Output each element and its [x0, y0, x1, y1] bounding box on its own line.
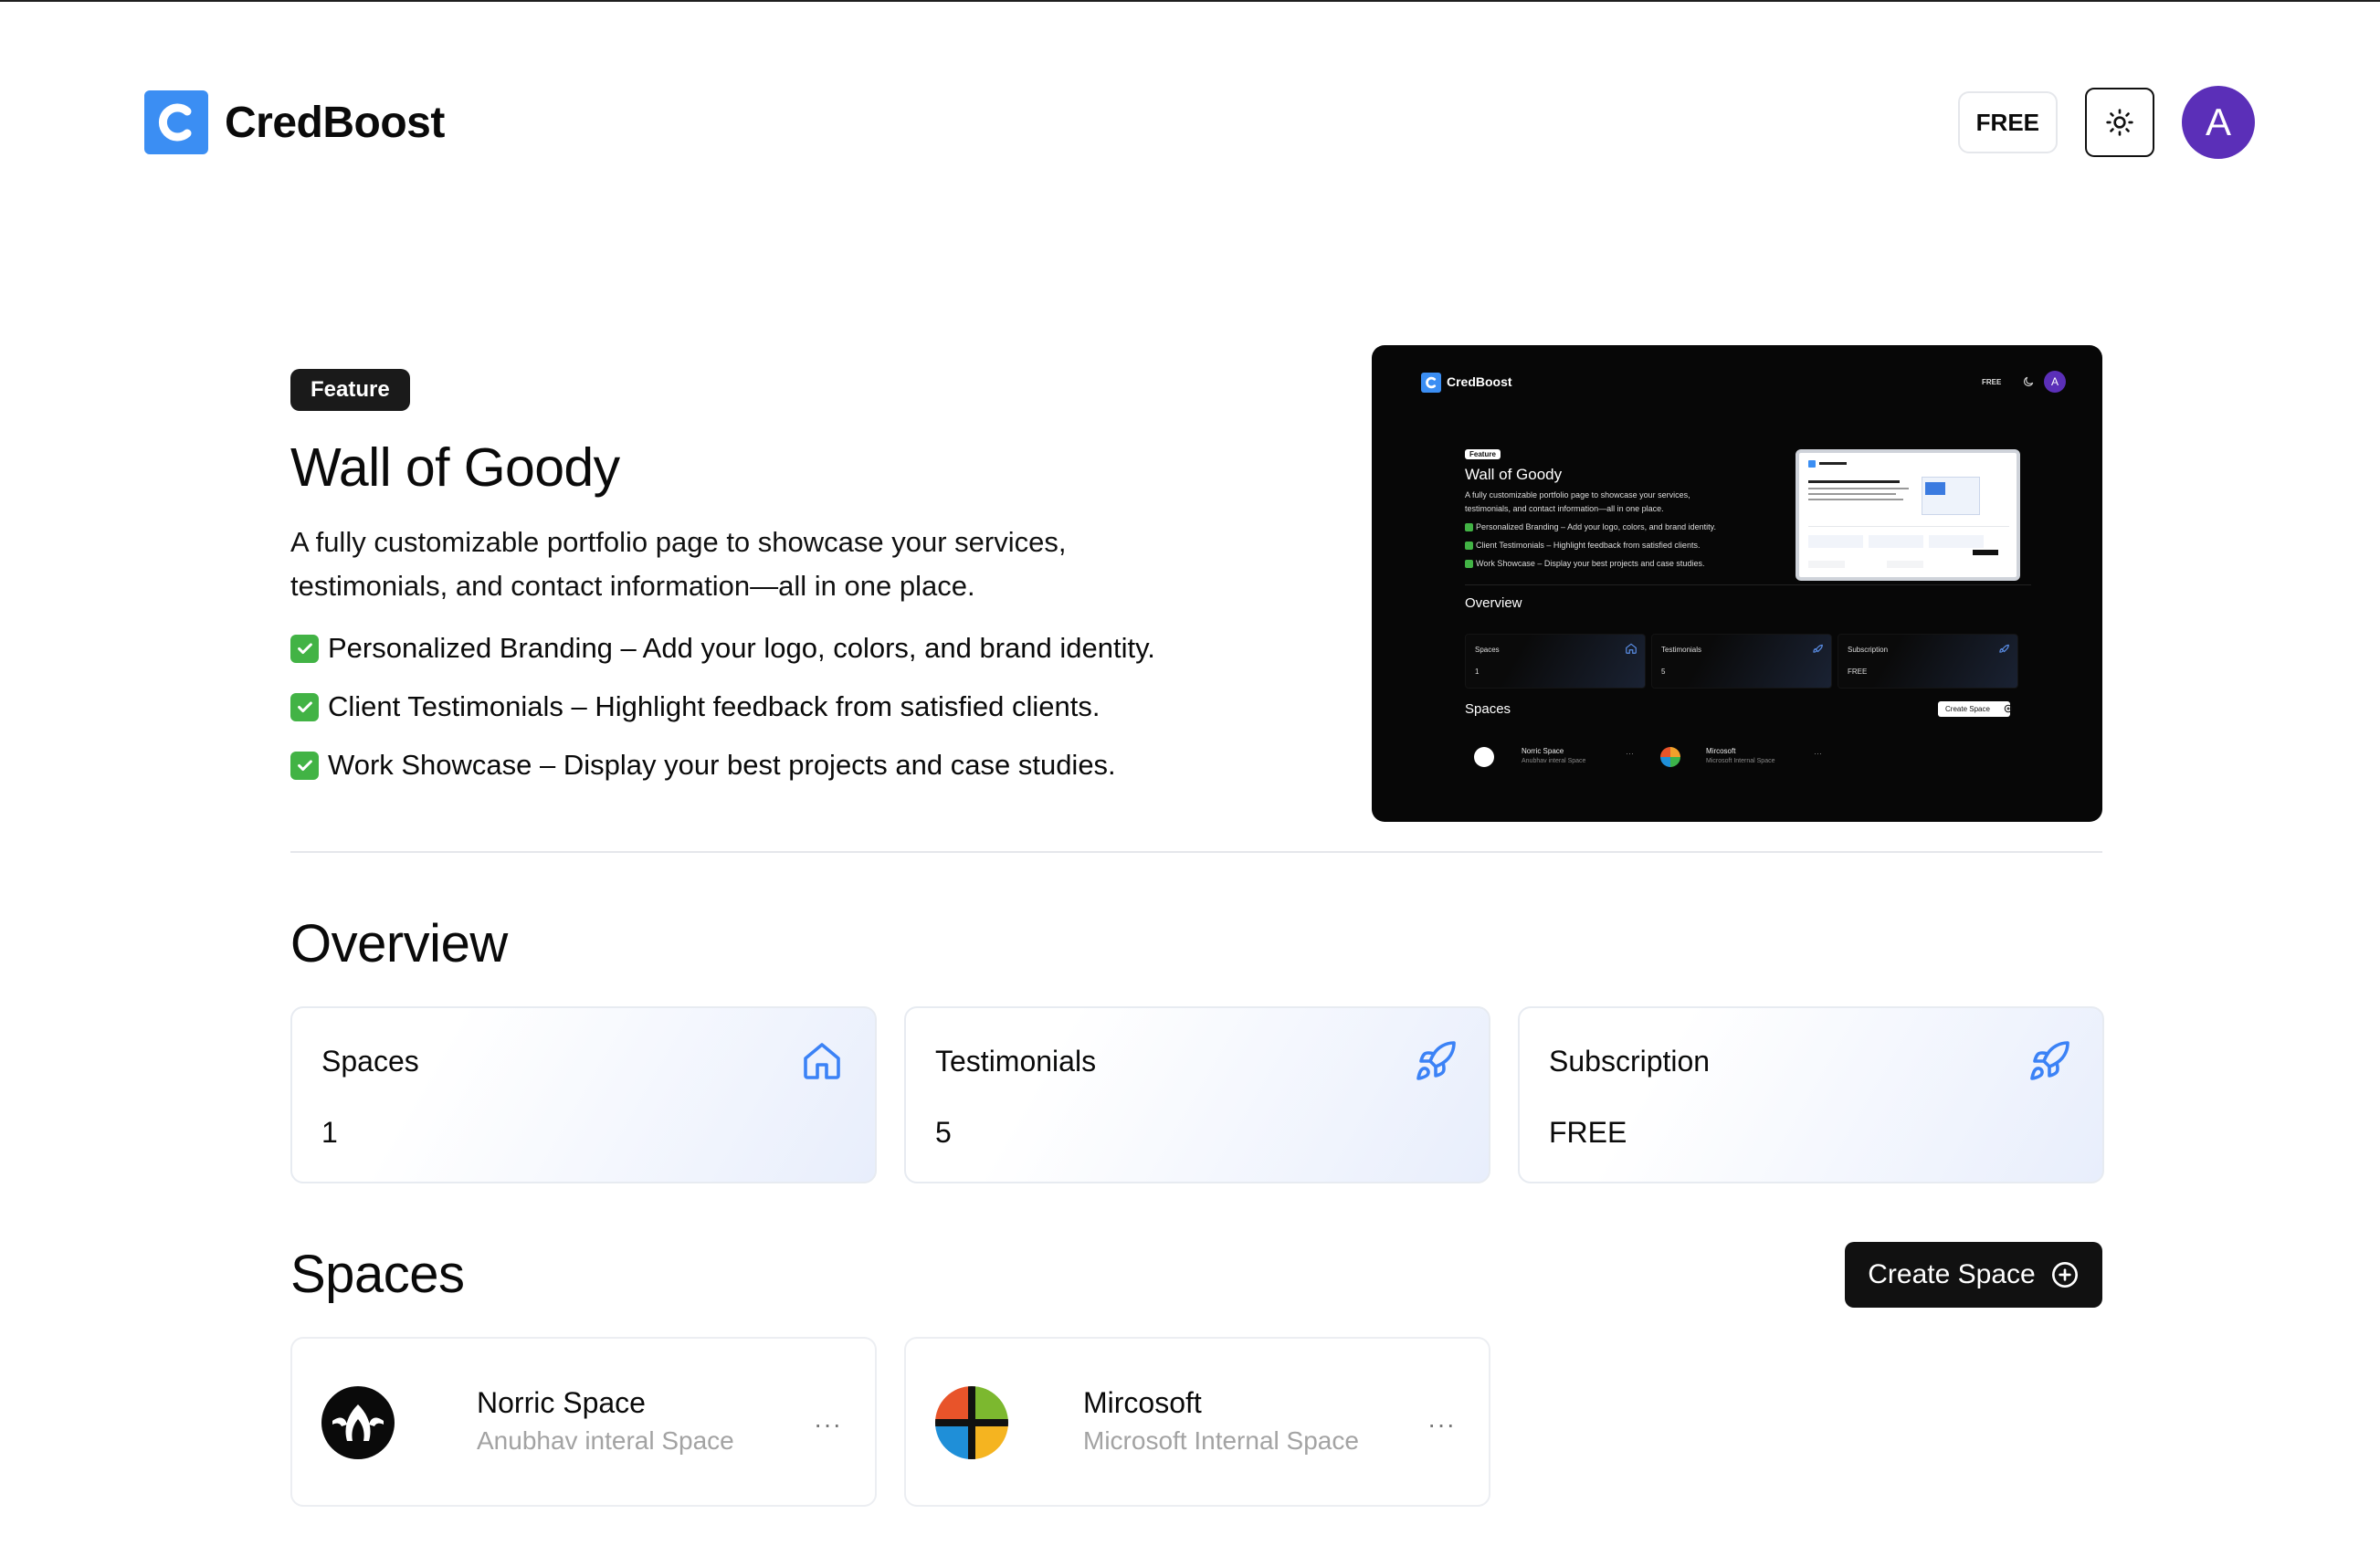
more-options-icon[interactable]: ··· [814, 1410, 842, 1439]
space-name: Mircosoft [1083, 1386, 1202, 1419]
brand[interactable]: CredBoost [144, 90, 445, 154]
preview-divider [1465, 584, 2031, 585]
space-subtitle: Microsoft Internal Space [1083, 1426, 1359, 1455]
preview-more-icon: ··· [1814, 749, 1822, 758]
preview-stat-card: Subscription FREE [1838, 634, 2018, 689]
preview-bullet: Work Showcase – Display your best projec… [1476, 559, 1705, 568]
home-icon [804, 1043, 840, 1079]
rocket-icon [1416, 1041, 1456, 1080]
feature-badge: Feature [290, 369, 410, 411]
preview-stat-value: 1 [1475, 668, 1480, 676]
stat-value: 5 [935, 1116, 952, 1149]
preview-desc-line: A fully customizable portfolio page to s… [1465, 490, 1690, 500]
preview-stat-label: Testimonials [1661, 646, 1702, 654]
plus-circle-icon [2051, 1262, 2078, 1288]
feature-title: Wall of Goody [290, 437, 620, 498]
check-icon [290, 692, 319, 721]
preview-rocket-icon [1999, 644, 2009, 653]
preview-home-icon [1626, 643, 1637, 654]
preview-stat-value: FREE [1848, 668, 1868, 676]
preview-check-icon [1465, 523, 1473, 531]
space-name: Norric Space [477, 1386, 646, 1419]
feature-bullet: Work Showcase – Display your best projec… [290, 736, 1204, 794]
rocket-icon [2030, 1041, 2069, 1080]
overview-title: Overview [290, 914, 508, 973]
stat-value: 1 [321, 1116, 338, 1149]
credboost-logo-icon [144, 90, 208, 154]
preview-avatar: A [2044, 371, 2066, 393]
top-border [0, 0, 2380, 2]
preview-create-button: Create Space [1938, 701, 2010, 717]
preview-stat-value: 5 [1661, 668, 1666, 676]
microsoft-logo-icon [935, 1386, 1008, 1459]
space-card[interactable]: Norric Space Anubhav interal Space ··· [290, 1337, 877, 1507]
preview-plus-circle-icon [2004, 704, 2013, 713]
stat-label: Subscription [1549, 1045, 1711, 1078]
stat-card-testimonials[interactable]: Testimonials 5 [904, 1006, 1490, 1183]
spaces-title: Spaces [290, 1245, 465, 1304]
feature-preview-image: CredBoost FREE A Feature Wall of Goody A… [1372, 345, 2102, 822]
check-icon [290, 751, 319, 780]
preview-badge: Feature [1465, 449, 1501, 459]
feature-description: A fully customizable portfolio page to s… [290, 526, 1067, 602]
more-options-icon[interactable]: ··· [1427, 1410, 1456, 1439]
preview-nested-screenshot [1796, 449, 2020, 581]
preview-space-logo [1474, 747, 1494, 767]
preview-bullet: Client Testimonials – Highlight feedback… [1476, 541, 1701, 550]
feature-bullet: Client Testimonials – Highlight feedback… [290, 678, 1204, 736]
preview-stat-label: Subscription [1848, 646, 1889, 654]
stat-card-subscription[interactable]: Subscription FREE [1518, 1006, 2104, 1183]
preview-space-sub: Anubhav interal Space [1522, 758, 1586, 764]
preview-stat-card: Spaces 1 [1465, 634, 1646, 689]
norric-space-logo-icon [321, 1386, 395, 1459]
sun-icon [2106, 109, 2133, 136]
preview-brand: CredBoost [1447, 374, 1512, 389]
preview-rocket-icon [1813, 644, 1823, 653]
preview-check-icon [1465, 560, 1473, 568]
section-divider [290, 851, 2102, 853]
avatar[interactable]: A [2182, 86, 2255, 159]
plan-badge[interactable]: FREE [1957, 91, 2058, 153]
feature-bullet-text: Client Testimonials – Highlight feedback… [328, 690, 1100, 722]
space-card[interactable]: Mircosoft Microsoft Internal Space ··· [904, 1337, 1490, 1507]
header-actions: FREE A [1957, 86, 2255, 159]
preview-moon-icon [2024, 376, 2034, 386]
preview-logo-icon [1421, 373, 1441, 393]
feature-section: Feature Wall of Goody A fully customizab… [290, 369, 1204, 794]
preview-space-logo [1660, 747, 1680, 767]
preview-spaces-title: Spaces [1465, 701, 1511, 717]
preview-stat-label: Spaces [1475, 646, 1500, 654]
preview-bullet: Personalized Branding – Add your logo, c… [1476, 522, 1716, 531]
preview-stat-card: Testimonials 5 [1651, 634, 1832, 689]
preview-space-sub: Microsoft Internal Space [1706, 758, 1775, 764]
stat-label: Testimonials [935, 1045, 1097, 1078]
preview-check-icon [1465, 542, 1473, 550]
check-icon [290, 634, 319, 663]
space-subtitle: Anubhav interal Space [477, 1426, 734, 1455]
create-space-label: Create Space [1868, 1259, 2036, 1289]
create-space-button[interactable]: Create Space [1845, 1242, 2102, 1308]
stat-card-spaces[interactable]: Spaces 1 [290, 1006, 877, 1183]
stat-value: FREE [1549, 1116, 1627, 1149]
preview-plan: FREE [1982, 378, 2002, 386]
feature-bullet-text: Work Showcase – Display your best projec… [328, 749, 1116, 781]
stat-label: Spaces [321, 1045, 419, 1078]
theme-toggle-button[interactable] [2085, 88, 2154, 157]
feature-bullet-text: Personalized Branding – Add your logo, c… [328, 632, 1155, 664]
feature-bullet: Personalized Branding – Add your logo, c… [290, 619, 1204, 678]
preview-more-icon: ··· [1626, 749, 1634, 758]
preview-overview-title: Overview [1465, 595, 1522, 611]
preview-desc-line: testimonials, and contact information—al… [1465, 504, 1664, 513]
feature-bullets: Personalized Branding – Add your logo, c… [290, 619, 1204, 794]
preview-space-name: Mircosoft [1706, 747, 1736, 755]
preview-title: Wall of Goody [1465, 466, 1563, 483]
preview-space-name: Norric Space [1522, 747, 1564, 755]
header: CredBoost FREE A [144, 86, 2255, 159]
brand-name: CredBoost [225, 98, 445, 147]
